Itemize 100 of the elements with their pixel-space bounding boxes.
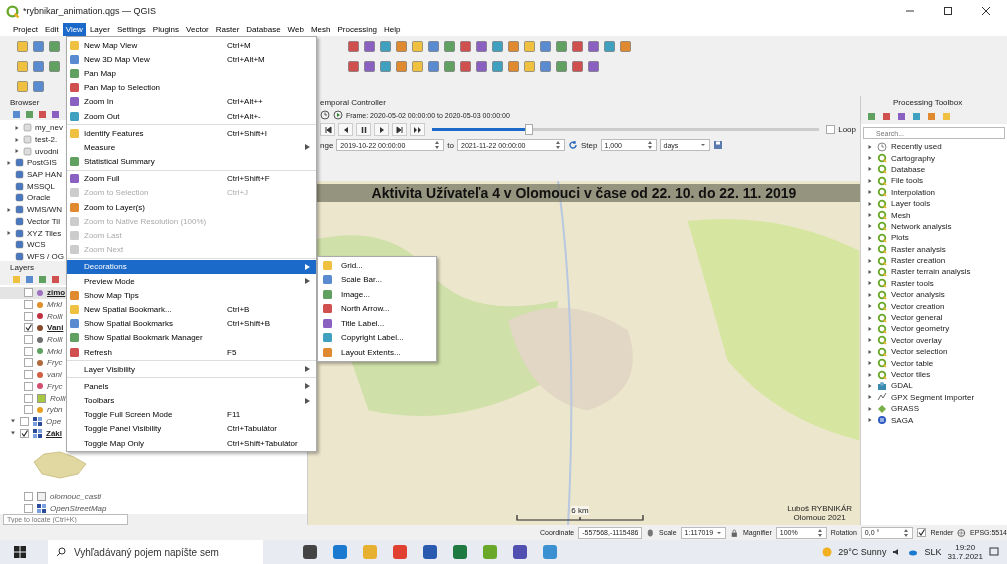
square-icon[interactable]: [395, 59, 408, 73]
layer-name[interactable]: Mrkl: [47, 300, 63, 310]
layer-checkbox[interactable]: [24, 288, 33, 298]
spinner-icon[interactable]: [434, 140, 441, 150]
square-icon[interactable]: [491, 39, 504, 53]
square-icon[interactable]: [603, 39, 616, 53]
square-icon[interactable]: [32, 39, 45, 53]
square-icon[interactable]: [491, 59, 504, 73]
square-icon[interactable]: [539, 59, 552, 73]
menu-item[interactable]: Raster: [212, 22, 243, 36]
square-icon[interactable]: [555, 39, 568, 53]
lock-icon[interactable]: [730, 527, 739, 538]
toolbox-item[interactable]: Raster analysis: [891, 244, 946, 254]
spinner-icon[interactable]: [903, 527, 910, 538]
toolbox-item[interactable]: Cartography: [891, 153, 936, 163]
menu-item[interactable]: Project: [10, 22, 41, 36]
menu-item[interactable]: Scale Bar...: [318, 272, 436, 287]
menu-item[interactable]: Title Label...: [318, 316, 436, 331]
menu-item[interactable]: Layer: [86, 22, 113, 36]
toolbox-item[interactable]: GDAL: [891, 381, 913, 391]
toolbox-item[interactable]: Vector creation: [891, 301, 945, 311]
browser-item[interactable]: PostGIS: [27, 158, 57, 168]
browser-item[interactable]: WFS / OG: [27, 251, 64, 261]
render-checkbox[interactable]: [917, 528, 927, 537]
menu-item[interactable]: Layer Visibility: [67, 362, 316, 377]
square-icon[interactable]: [51, 110, 60, 119]
square-icon[interactable]: [897, 112, 906, 121]
layer-name[interactable]: Fryc: [47, 358, 63, 368]
browser-item[interactable]: test-2.: [35, 135, 58, 145]
layer-checkbox[interactable]: [24, 358, 33, 368]
menu-item[interactable]: Copyright Label...: [318, 330, 436, 345]
square-icon[interactable]: [347, 39, 360, 53]
browser-item[interactable]: WMS/WN: [27, 205, 63, 215]
layer-name[interactable]: Rolli: [47, 311, 63, 321]
layer-checkbox[interactable]: [24, 323, 33, 333]
menu-item[interactable]: Zoom to Layer(s): [67, 200, 316, 215]
square-icon[interactable]: [507, 59, 520, 73]
square-icon[interactable]: [523, 39, 536, 53]
menu-item[interactable]: Plugins: [149, 22, 183, 36]
notification-icon[interactable]: [989, 547, 999, 557]
expand-arrow-icon[interactable]: [6, 230, 12, 237]
square-icon[interactable]: [38, 275, 47, 284]
menu-item[interactable]: Database: [243, 22, 284, 36]
menu-item[interactable]: Decorations: [67, 259, 316, 274]
layer-checkbox[interactable]: [20, 416, 29, 426]
loop-checkbox[interactable]: [826, 125, 836, 134]
menu-item[interactable]: North Arrow...: [318, 301, 436, 316]
menu-item[interactable]: Show Spatial Bookmark Manager: [67, 330, 316, 345]
toolbox-item[interactable]: Vector overlay: [891, 335, 942, 345]
app-icon[interactable]: [421, 543, 439, 561]
toolbox-item[interactable]: GRASS: [891, 404, 919, 414]
layer-checkbox[interactable]: [24, 393, 33, 403]
menu-item[interactable]: Panels: [67, 379, 316, 394]
menu-item[interactable]: Settings: [113, 22, 149, 36]
menu-item[interactable]: Toggle Panel Visibility Ctrl+Tabulátor: [67, 421, 316, 437]
spinner-icon[interactable]: [555, 140, 562, 150]
square-icon[interactable]: [459, 59, 472, 73]
layer-name[interactable]: olomouc_casti: [50, 492, 102, 502]
menu-item[interactable]: Grid...: [318, 258, 436, 273]
square-icon[interactable]: [882, 112, 891, 121]
toolbox-item[interactable]: Raster tools: [891, 278, 934, 288]
layer-name[interactable]: Rolli: [47, 335, 63, 345]
browser-item[interactable]: SAP HAN: [27, 170, 62, 180]
menu-item[interactable]: View: [62, 22, 86, 36]
browser-item[interactable]: Oracle: [27, 193, 51, 203]
toolbox-item[interactable]: Network analysis: [891, 221, 952, 231]
toolbox-item[interactable]: Raster creation: [891, 256, 946, 266]
square-icon[interactable]: [443, 59, 456, 73]
menu-item[interactable]: Refresh F5: [67, 344, 316, 360]
toolbox-item[interactable]: Plots: [891, 233, 909, 243]
toolbox-item[interactable]: Vector tiles: [891, 370, 931, 379]
square-icon[interactable]: [25, 110, 34, 119]
square-icon[interactable]: [395, 39, 408, 53]
toolbox-item[interactable]: SAGA: [891, 415, 914, 425]
menu-item[interactable]: Show Map Tips: [67, 288, 316, 303]
square-icon[interactable]: [523, 59, 536, 73]
layer-checkbox[interactable]: [24, 370, 33, 380]
menu-item[interactable]: Measure: [67, 140, 316, 155]
square-icon[interactable]: [25, 275, 34, 284]
layer-name[interactable]: vani: [47, 370, 62, 380]
square-icon[interactable]: [12, 110, 21, 119]
skip-back-button[interactable]: [320, 123, 335, 136]
toolbox-item[interactable]: Vector general: [891, 313, 943, 323]
app-icon[interactable]: [391, 543, 409, 561]
square-icon[interactable]: [16, 59, 29, 73]
layer-checkbox[interactable]: [24, 346, 33, 356]
play-button[interactable]: [374, 123, 389, 136]
square-icon[interactable]: [363, 39, 376, 53]
browser-item[interactable]: MSSQL: [27, 181, 55, 191]
globe-icon[interactable]: [957, 527, 967, 538]
menu-item[interactable]: Preview Mode: [67, 274, 316, 289]
back-button[interactable]: [338, 123, 353, 136]
square-icon[interactable]: [48, 59, 61, 73]
menu-item[interactable]: Pan Map: [67, 66, 316, 81]
layer-name[interactable]: rybn: [47, 405, 63, 415]
menu-item[interactable]: Identify Features Ctrl+Shift+I: [67, 126, 316, 141]
menu-item[interactable]: Pan Map to Selection: [67, 80, 316, 95]
save-icon[interactable]: [712, 140, 723, 150]
spinner-icon[interactable]: [646, 140, 653, 150]
menu-item[interactable]: Help: [381, 22, 404, 36]
